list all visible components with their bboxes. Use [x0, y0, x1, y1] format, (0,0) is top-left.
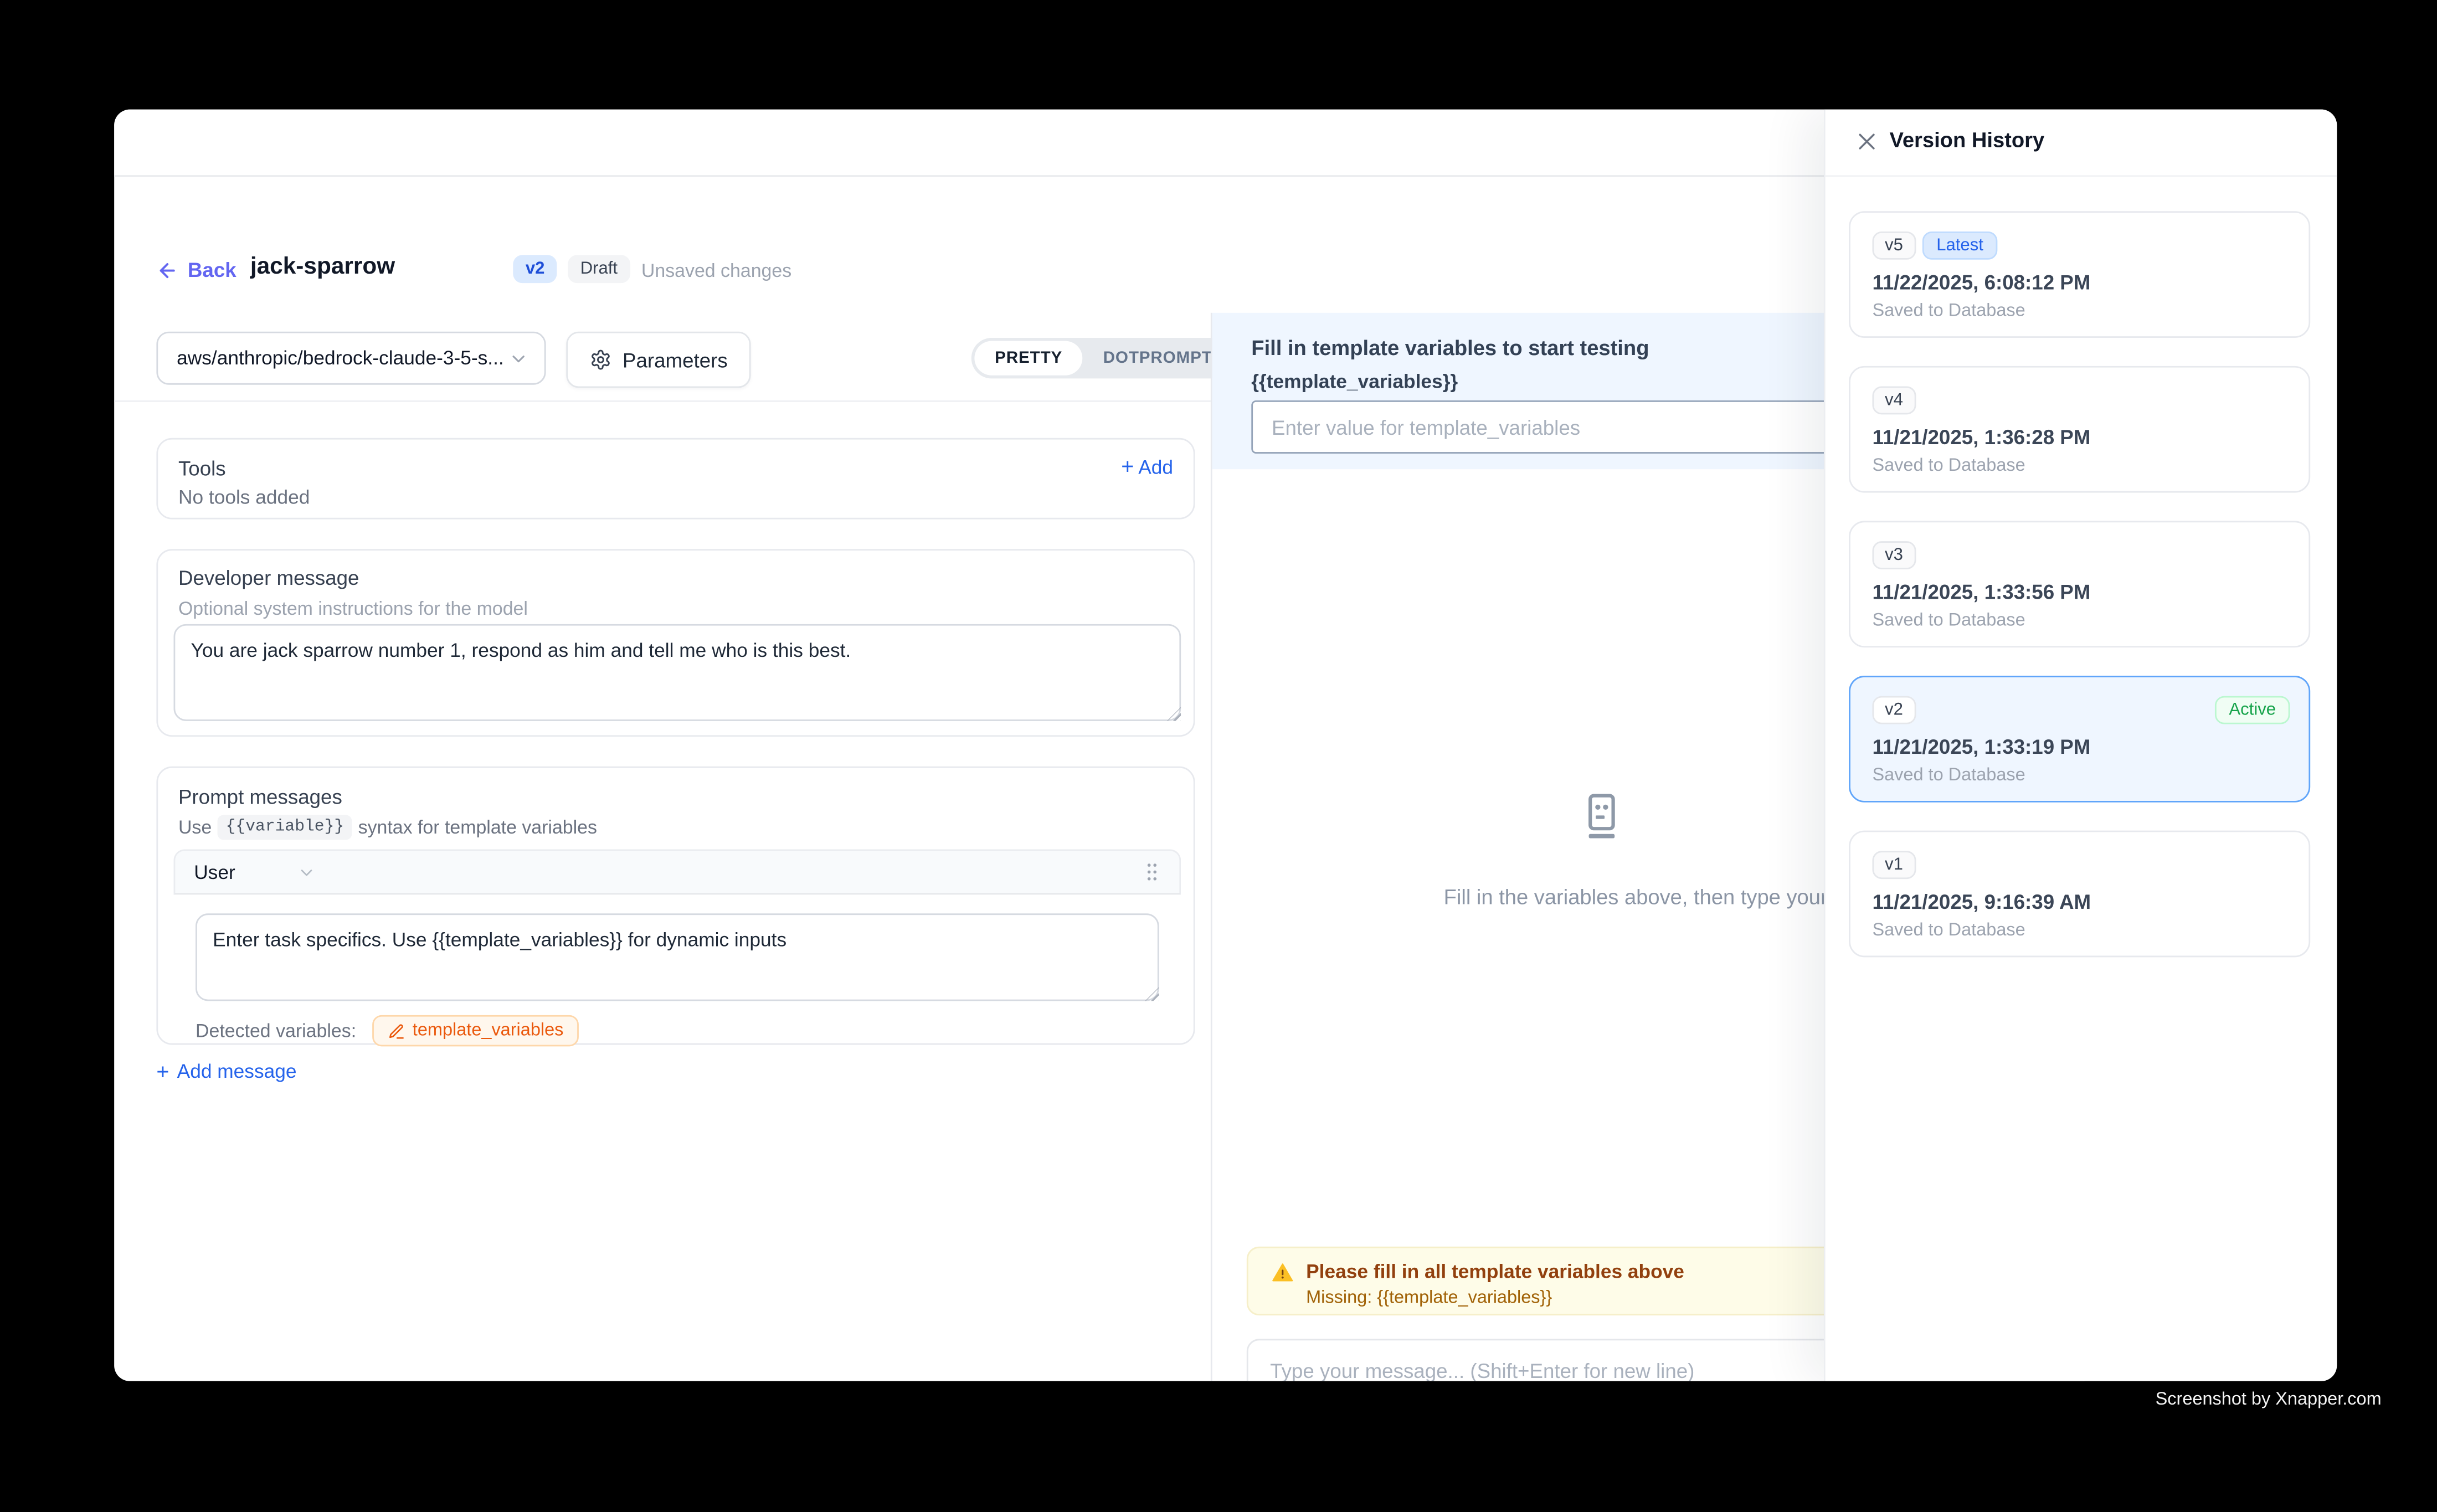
parameters-button[interactable]: Parameters [566, 332, 751, 388]
tools-section: Tools + Add No tools added [156, 438, 1195, 520]
chevron-down-icon [508, 348, 529, 368]
format-toggle: PRETTY DOTPROMPT [971, 338, 1236, 378]
version-history-panel: Version History v5 Latest 11/22/2025, 6:… [1824, 110, 2337, 1381]
template-variable-badge[interactable]: template_variables [372, 1015, 579, 1046]
version-date: 11/21/2025, 9:16:39 AM [1872, 890, 2091, 913]
message-role-row: User [173, 849, 1181, 894]
version-card-v1[interactable]: v1 11/21/2025, 9:16:39 AM Saved to Datab… [1849, 831, 2310, 958]
active-badge: Active [2215, 696, 2290, 724]
warning-missing-text: Missing: {{template_variables}} [1306, 1289, 1552, 1308]
version-card-v2[interactable]: v2 Active 11/21/2025, 1:33:19 PM Saved t… [1849, 676, 2310, 803]
version-status: Saved to Database [1872, 767, 2025, 785]
back-button[interactable]: Back [156, 258, 236, 281]
template-variables-title: Fill in template variables to start test… [1251, 336, 1649, 359]
close-icon[interactable] [1855, 130, 1878, 153]
page-title: jack-sparrow [250, 254, 395, 280]
detected-variables-row: Detected variables: template_variables [196, 1015, 579, 1046]
draft-status-badge: Draft [568, 255, 630, 283]
model-selector-value: aws/anthropic/bedrock-claude-3-5-s... [177, 347, 504, 369]
version-chip: v3 [1872, 541, 1915, 569]
prompt-messages-section: Prompt messages Use {{variable}} syntax … [156, 767, 1195, 1045]
version-date: 11/21/2025, 1:36:28 PM [1872, 425, 2090, 449]
prompt-messages-title: Prompt messages [178, 785, 342, 809]
developer-message-title: Developer message [178, 566, 359, 589]
parameters-label: Parameters [623, 348, 728, 371]
version-chip: v1 [1872, 851, 1915, 879]
version-status: Saved to Database [1872, 611, 2025, 630]
developer-message-input[interactable]: You are jack sparrow number 1, respond a… [173, 624, 1181, 721]
screenshot-stage: Back jack-sparrow v2 Draft Unsaved chang… [0, 0, 2437, 1512]
prompt-message-input[interactable]: Enter task specifics. Use {{template_var… [196, 913, 1159, 1001]
developer-message-section: Developer message Optional system instru… [156, 549, 1195, 737]
version-status: Saved to Database [1872, 302, 2025, 321]
back-label: Back [188, 258, 236, 281]
version-date: 11/21/2025, 1:33:56 PM [1872, 580, 2090, 604]
tools-empty-text: No tools added [178, 486, 310, 508]
bot-face-icon [1585, 793, 1619, 848]
variable-syntax-chip: {{variable}} [218, 815, 352, 840]
add-message-button[interactable]: + Add message [156, 1061, 296, 1083]
version-card-v4[interactable]: v4 11/21/2025, 1:36:28 PM Saved to Datab… [1849, 366, 2310, 493]
panel-divider [1211, 313, 1212, 1381]
role-select-value[interactable]: User [194, 861, 235, 883]
unsaved-changes-label: Unsaved changes [641, 260, 791, 282]
version-status: Saved to Database [1872, 921, 2025, 940]
pencil-icon [388, 1022, 405, 1040]
arrow-left-icon [156, 259, 178, 281]
model-selector[interactable]: aws/anthropic/bedrock-claude-3-5-s... [156, 332, 546, 385]
tools-title: Tools [178, 457, 226, 480]
warning-triangle-icon [1272, 1262, 1294, 1283]
chevron-down-icon[interactable] [298, 862, 317, 881]
app-window: Back jack-sparrow v2 Draft Unsaved chang… [114, 110, 2337, 1381]
version-chip: v5 [1872, 232, 1915, 260]
developer-message-subtitle: Optional system instructions for the mod… [178, 598, 528, 620]
version-chip: v4 [1872, 387, 1915, 415]
latest-badge: Latest [1922, 232, 1997, 260]
version-date: 11/21/2025, 1:33:19 PM [1872, 735, 2090, 758]
drag-handle-icon[interactable] [1143, 860, 1160, 883]
version-status: Saved to Database [1872, 457, 2025, 476]
toggle-option-pretty[interactable]: PRETTY [974, 341, 1083, 376]
version-badge: v2 [513, 255, 557, 283]
version-date: 11/22/2025, 6:08:12 PM [1872, 271, 2090, 294]
version-history-title: Version History [1890, 128, 2045, 152]
version-card-v3[interactable]: v3 11/21/2025, 1:33:56 PM Saved to Datab… [1849, 521, 2310, 647]
version-chip: v2 [1872, 696, 1915, 724]
prompt-messages-hint: Use {{variable}} syntax for template var… [178, 815, 597, 840]
warning-title: Please fill in all template variables ab… [1306, 1261, 1684, 1283]
plus-icon: + [156, 1061, 169, 1083]
plus-icon: + [1121, 454, 1134, 479]
add-tool-button[interactable]: + Add [1121, 455, 1173, 479]
template-variable-name: {{template_variables}} [1251, 371, 1458, 393]
toolbar-divider [114, 400, 1211, 402]
watermark-text: Screenshot by Xnapper.com [2156, 1391, 2382, 1410]
version-card-v5[interactable]: v5 Latest 11/22/2025, 6:08:12 PM Saved t… [1849, 211, 2310, 338]
detected-variables-label: Detected variables: [196, 1020, 356, 1042]
gear-icon [590, 349, 612, 371]
